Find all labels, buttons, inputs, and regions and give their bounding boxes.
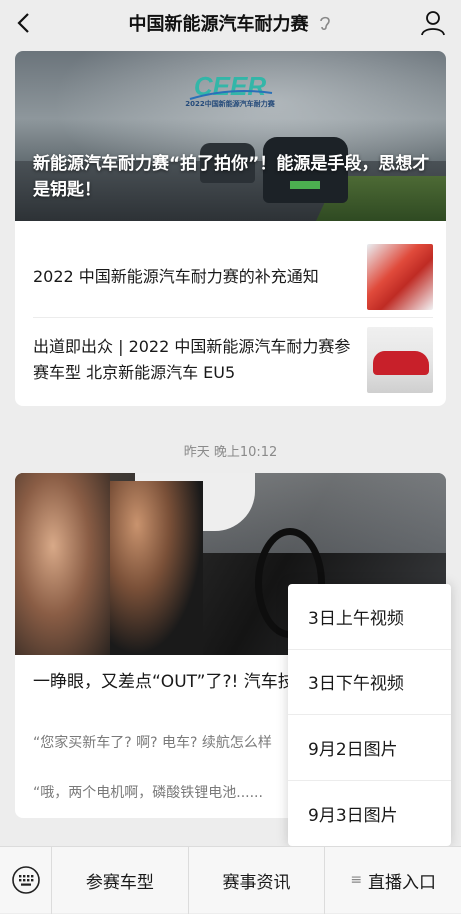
article-item[interactable]: 出道即出众 | 2022 中国新能源汽车耐力赛参赛车型 北京新能源汽车 EU5 — [33, 319, 433, 401]
article-card[interactable]: CEER 2022中国新能源汽车耐力赛 新能源汽车耐力赛“拍了拍你”！能源是手段… — [15, 51, 446, 406]
article-title: 出道即出众 | 2022 中国新能源汽车耐力赛参赛车型 北京新能源汽车 EU5 — [33, 337, 351, 382]
page-title: 中国新能源汽车耐力赛 — [128, 14, 309, 35]
menu-label: 参赛车型 — [85, 872, 154, 893]
submenu-popup: 3日上午视频 3日下午视频 9月2日图片 9月3日图片 — [288, 584, 451, 846]
top-navigation-bar: 中国新能源汽车耐力赛 — [0, 0, 461, 46]
menu-label: 赛事资讯 — [222, 872, 291, 893]
article-item[interactable]: 2022 中国新能源汽车耐力赛的补充通知 — [33, 236, 433, 318]
back-arrow-icon[interactable] — [10, 10, 36, 36]
menu-label: 直播入口 — [368, 872, 437, 893]
menu-item-cars[interactable]: 参赛车型 — [52, 846, 189, 914]
svg-text:CEER: CEER — [194, 71, 266, 101]
keyboard-icon[interactable] — [0, 846, 52, 914]
article-thumbnail — [367, 327, 433, 393]
submenu-item[interactable]: 3日上午视频 — [288, 584, 451, 650]
timestamp: 昨天 晚上10:12 — [183, 445, 278, 460]
submenu-item[interactable]: 9月2日图片 — [288, 715, 451, 781]
menu-item-live[interactable]: ≡ 直播入口 — [325, 847, 461, 914]
article-excerpt: “哦，两个电机啊，磷酸铁锂电池...... — [33, 785, 263, 801]
logo-caption: 2022中国新能源汽车耐力赛 — [185, 100, 275, 108]
submenu-lines-icon: ≡ — [350, 872, 363, 888]
article-excerpt: “您家买新车了? 啊? 电车? 续航怎么样 — [33, 735, 272, 751]
cover-caption: 新能源汽车耐力赛“拍了拍你”！能源是手段，思想才是钥匙！ — [33, 154, 430, 200]
cover-image[interactable]: CEER 2022中国新能源汽车耐力赛 新能源汽车耐力赛“拍了拍你”！能源是手段… — [15, 51, 446, 221]
bottom-menu-bar: 参赛车型 赛事资讯 ≡ 直播入口 — [0, 846, 461, 914]
submenu-item[interactable]: 3日下午视频 — [288, 650, 451, 715]
ear-icon — [317, 14, 333, 32]
menu-item-news[interactable]: 赛事资讯 — [189, 846, 326, 914]
article-title: 2022 中国新能源汽车耐力赛的补充通知 — [33, 266, 319, 286]
submenu-item[interactable]: 9月3日图片 — [288, 781, 451, 847]
article-thumbnail — [367, 243, 433, 310]
profile-icon[interactable] — [419, 9, 447, 37]
